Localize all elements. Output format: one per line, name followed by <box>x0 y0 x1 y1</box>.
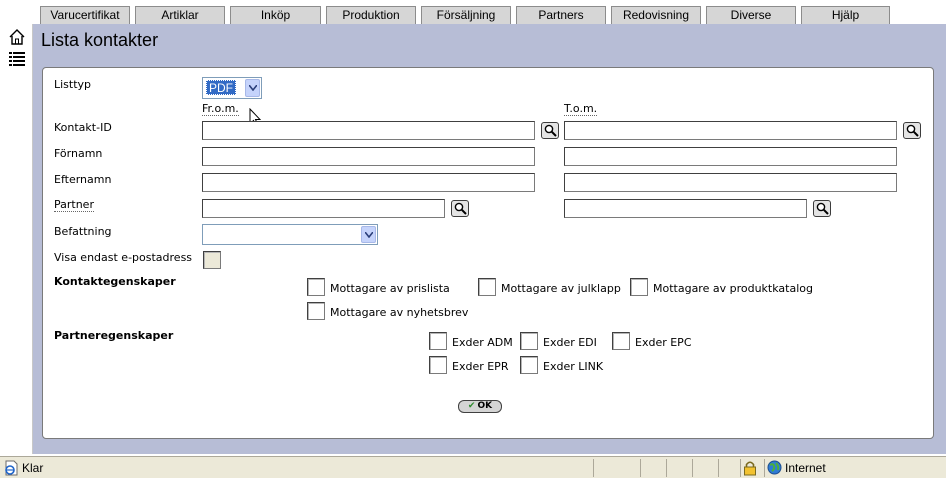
home-icon[interactable] <box>8 28 26 46</box>
list-icon[interactable] <box>8 50 26 68</box>
exder-link-checkbox[interactable] <box>520 356 538 374</box>
fornamn-from-input[interactable] <box>202 147 535 166</box>
produktkatalog-label: Mottagare av produktkatalog <box>653 282 813 295</box>
exder-edi-checkbox[interactable] <box>520 332 538 350</box>
left-toolbar <box>0 24 33 454</box>
visa-epost-checkbox[interactable] <box>203 251 221 269</box>
tab-varucertifikat[interactable]: Varucertifikat <box>40 6 130 24</box>
partner-label: Partner <box>54 198 94 212</box>
ok-button-label: OK <box>477 401 493 411</box>
exder-adm-label: Exder ADM <box>452 336 513 349</box>
exder-epr-label: Exder EPR <box>452 360 509 373</box>
partner-from-search-button[interactable] <box>451 200 469 217</box>
zone-text: Internet <box>785 461 826 475</box>
befattning-label: Befattning <box>54 225 112 238</box>
exder-adm-checkbox[interactable] <box>429 332 447 350</box>
kontakt-id-from-input[interactable] <box>202 121 535 140</box>
exder-epr-checkbox[interactable] <box>429 356 447 374</box>
julklapp-label: Mottagare av julklapp <box>501 282 621 295</box>
status-cell <box>740 459 764 477</box>
magnifier-icon <box>544 124 557 137</box>
fornamn-to-input[interactable] <box>564 147 897 166</box>
nyhetsbrev-checkbox[interactable] <box>307 302 325 320</box>
listtyp-selected-value: PDF <box>206 80 236 95</box>
efternamn-from-input[interactable] <box>202 173 535 192</box>
status-cell <box>666 459 690 477</box>
kontakt-id-label: Kontakt-ID <box>54 121 112 134</box>
visa-epost-label: Visa endast e-postadress <box>54 251 193 264</box>
tab-artiklar[interactable]: Artiklar <box>135 6 225 24</box>
to-label: T.o.m. <box>564 102 598 116</box>
magnifier-icon <box>454 202 467 215</box>
status-cell <box>640 459 664 477</box>
top-menu-bar: Varucertifikat Artiklar Inköp Produktion… <box>0 0 946 24</box>
ie-page-icon <box>3 460 19 478</box>
status-cell <box>718 459 742 477</box>
magnifier-icon <box>816 202 829 215</box>
efternamn-label: Efternamn <box>54 173 112 186</box>
partner-to-search-button[interactable] <box>813 200 831 217</box>
magnifier-icon <box>906 124 919 137</box>
zone-cell: Internet <box>764 459 946 477</box>
checkmark-icon: ✔ <box>467 401 476 411</box>
kontakt-id-to-input[interactable] <box>564 121 897 140</box>
form-panel: Listtyp PDF Fr.o.m. T.o.m. Kontakt-ID Fö… <box>42 67 934 439</box>
kontaktegenskaper-heading: Kontaktegenskaper <box>54 275 176 288</box>
exder-epc-checkbox[interactable] <box>612 332 630 350</box>
tab-produktion[interactable]: Produktion <box>326 6 416 24</box>
exder-link-label: Exder LINK <box>543 360 604 373</box>
chevron-down-icon[interactable] <box>361 226 376 243</box>
ok-button[interactable]: ✔ OK <box>458 400 502 413</box>
tab-diverse[interactable]: Diverse <box>706 6 796 24</box>
kontakt-id-from-search-button[interactable] <box>541 122 559 139</box>
tab-inkop[interactable]: Inköp <box>230 6 321 24</box>
from-label: Fr.o.m. <box>202 102 239 116</box>
listtyp-label: Listtyp <box>54 78 92 91</box>
tab-partners[interactable]: Partners <box>516 6 606 24</box>
tab-hjalp[interactable]: Hjälp <box>801 6 890 24</box>
status-bar: Klar Internet <box>0 456 946 478</box>
kontakt-id-to-search-button[interactable] <box>903 122 921 139</box>
fornamn-label: Förnamn <box>54 147 103 160</box>
tab-forsaljning[interactable]: Försäljning <box>421 6 511 24</box>
partner-to-input[interactable] <box>564 199 807 218</box>
partneregenskaper-heading: Partneregenskaper <box>54 329 174 342</box>
main-content: Lista kontakter Listtyp PDF Fr.o.m. T.o.… <box>33 24 946 454</box>
listtyp-select[interactable]: PDF <box>202 77 262 99</box>
browser-page: Varucertifikat Artiklar Inköp Produktion… <box>0 0 946 478</box>
status-cell <box>593 459 638 477</box>
produktkatalog-checkbox[interactable] <box>630 278 648 296</box>
efternamn-to-input[interactable] <box>564 173 897 192</box>
prislista-label: Mottagare av prislista <box>330 282 450 295</box>
chevron-down-icon[interactable] <box>245 79 260 97</box>
befattning-select[interactable] <box>202 224 378 245</box>
prislista-checkbox[interactable] <box>307 278 325 296</box>
exder-epc-label: Exder EPC <box>635 336 692 349</box>
status-text: Klar <box>22 461 44 475</box>
status-cell <box>692 459 716 477</box>
nyhetsbrev-label: Mottagare av nyhetsbrev <box>330 306 469 319</box>
page-title: Lista kontakter <box>41 30 159 50</box>
exder-edi-label: Exder EDI <box>543 336 597 349</box>
julklapp-checkbox[interactable] <box>478 278 496 296</box>
globe-icon <box>767 460 782 475</box>
lock-icon <box>744 461 756 476</box>
tab-redovisning[interactable]: Redovisning <box>611 6 701 24</box>
partner-from-input[interactable] <box>202 199 445 218</box>
